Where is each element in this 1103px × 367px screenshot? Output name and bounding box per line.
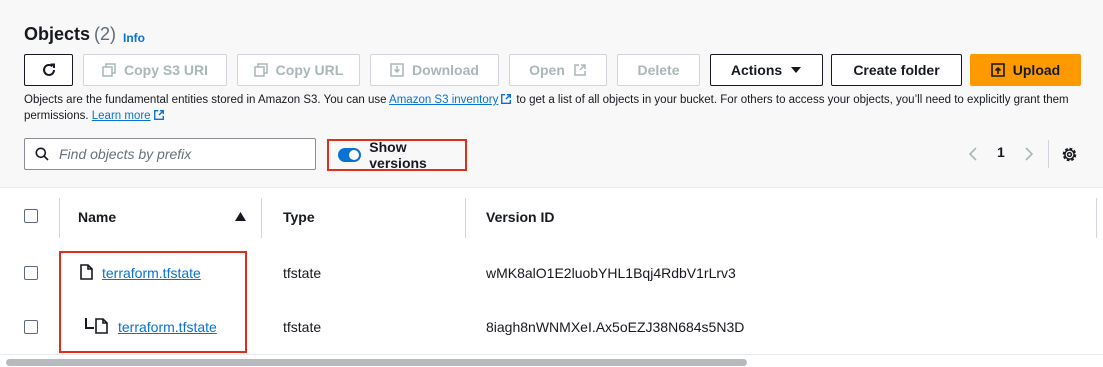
copy-s3-uri-button[interactable]: Copy S3 URI: [83, 54, 227, 86]
row-checkbox[interactable]: [24, 320, 38, 334]
toggle-knob: [349, 150, 360, 160]
external-link-icon: [501, 94, 512, 104]
pagination-divider: [1048, 140, 1049, 168]
create-folder-label: Create folder: [853, 62, 940, 78]
title-text: Objects: [24, 24, 91, 44]
toggle-switch[interactable]: [338, 148, 362, 162]
show-versions-label: Show versions: [369, 139, 427, 171]
upload-button[interactable]: Upload: [970, 54, 1081, 86]
horizontal-scrollbar[interactable]: [6, 359, 747, 366]
search-input[interactable]: [57, 145, 301, 163]
learn-more-link[interactable]: Learn more: [92, 110, 151, 122]
chevron-left-icon[interactable]: [968, 147, 978, 161]
delete-label: Delete: [637, 62, 680, 78]
external-link-icon: [574, 64, 586, 76]
copy-url-label: Copy URL: [275, 62, 344, 78]
description-part1: Objects are the fundamental entities sto…: [24, 94, 387, 106]
external-link-icon: [153, 110, 164, 120]
s3-inventory-link[interactable]: Amazon S3 inventory: [389, 94, 498, 106]
version-id: 8iagh8nWNMXeI.Ax5oEZJ38N684s5N3D: [486, 319, 745, 335]
caret-down-icon: [791, 67, 802, 73]
refresh-button[interactable]: [24, 54, 73, 86]
copy-icon: [253, 63, 268, 77]
object-type: tfstate: [283, 319, 322, 335]
settings-gear-icon[interactable]: [1061, 146, 1078, 163]
download-button[interactable]: Download: [370, 54, 499, 86]
create-folder-button[interactable]: Create folder: [831, 54, 962, 86]
table-header: Name Type Version ID: [0, 187, 1103, 247]
column-divider[interactable]: [1096, 198, 1097, 238]
column-type-header[interactable]: Type: [283, 209, 315, 225]
select-all-checkbox[interactable]: [24, 209, 38, 223]
copy-icon: [102, 63, 116, 77]
copy-url-button[interactable]: Copy URL: [237, 54, 360, 86]
delete-button[interactable]: Delete: [617, 54, 700, 86]
current-page[interactable]: 1: [997, 144, 1005, 160]
upload-icon: [990, 63, 1005, 77]
column-divider[interactable]: [465, 198, 466, 238]
search-icon: [35, 147, 49, 161]
info-link[interactable]: Info: [123, 31, 145, 45]
column-version-id-header[interactable]: Version ID: [486, 209, 554, 225]
actions-label: Actions: [730, 62, 783, 78]
page-title: Objects (2): [24, 24, 116, 45]
version-id: wMK8alO1E2luobYHL1Bqj4RdbV1rLrv3: [486, 265, 736, 281]
actions-dropdown[interactable]: Actions: [710, 54, 823, 86]
object-count: (2): [94, 24, 117, 44]
column-name-header[interactable]: Name: [78, 209, 116, 225]
sort-ascending-icon[interactable]: [235, 212, 246, 221]
download-icon: [390, 63, 404, 77]
open-button[interactable]: Open: [509, 54, 607, 86]
copy-s3-uri-label: Copy S3 URI: [123, 62, 208, 78]
show-versions-toggle[interactable]: Show versions: [327, 139, 467, 171]
chevron-right-icon[interactable]: [1024, 147, 1034, 161]
column-divider: [59, 198, 60, 238]
refresh-icon: [42, 63, 55, 76]
download-label: Download: [412, 62, 479, 78]
column-divider[interactable]: [261, 198, 262, 238]
search-box[interactable]: [24, 138, 316, 170]
upload-label: Upload: [1012, 62, 1061, 78]
row-checkbox[interactable]: [24, 266, 38, 280]
object-type: tfstate: [283, 265, 322, 281]
open-label: Open: [529, 62, 565, 78]
objects-description: Objects are the fundamental entities sto…: [24, 92, 1089, 124]
name-column-highlight: [59, 251, 247, 353]
